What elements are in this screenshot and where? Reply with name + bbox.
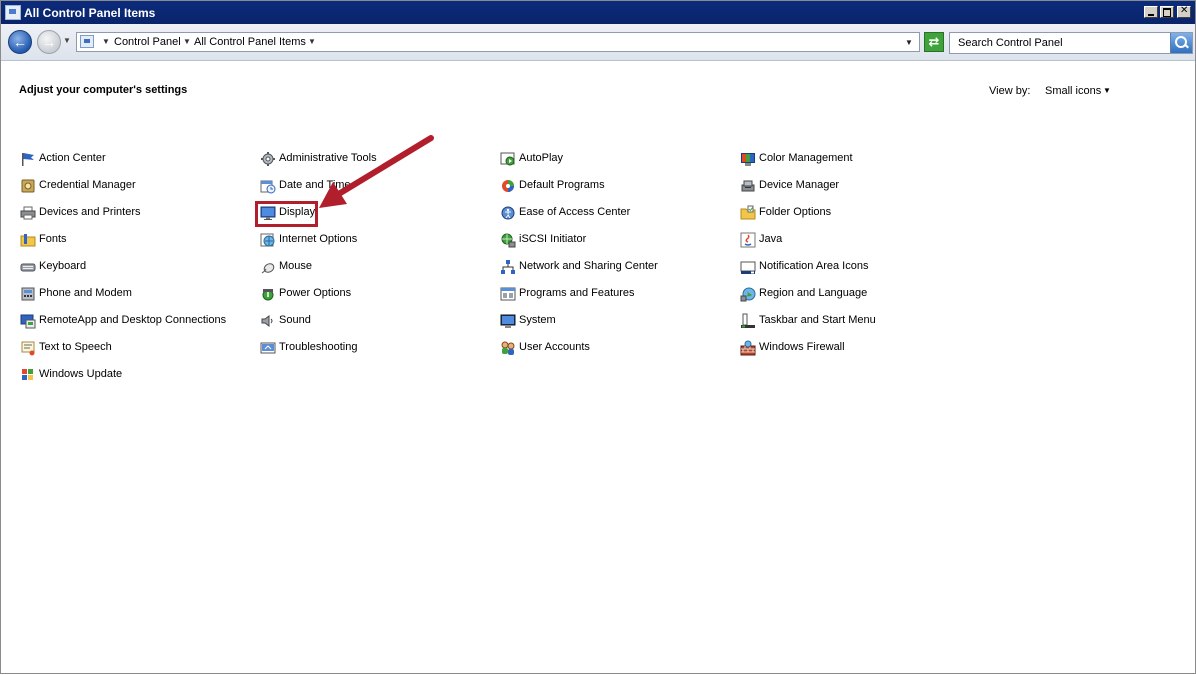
annotation-arrow <box>319 135 434 208</box>
control-panel-window: All Control Panel Items ← → ▼ ▼ Control … <box>0 0 1196 674</box>
